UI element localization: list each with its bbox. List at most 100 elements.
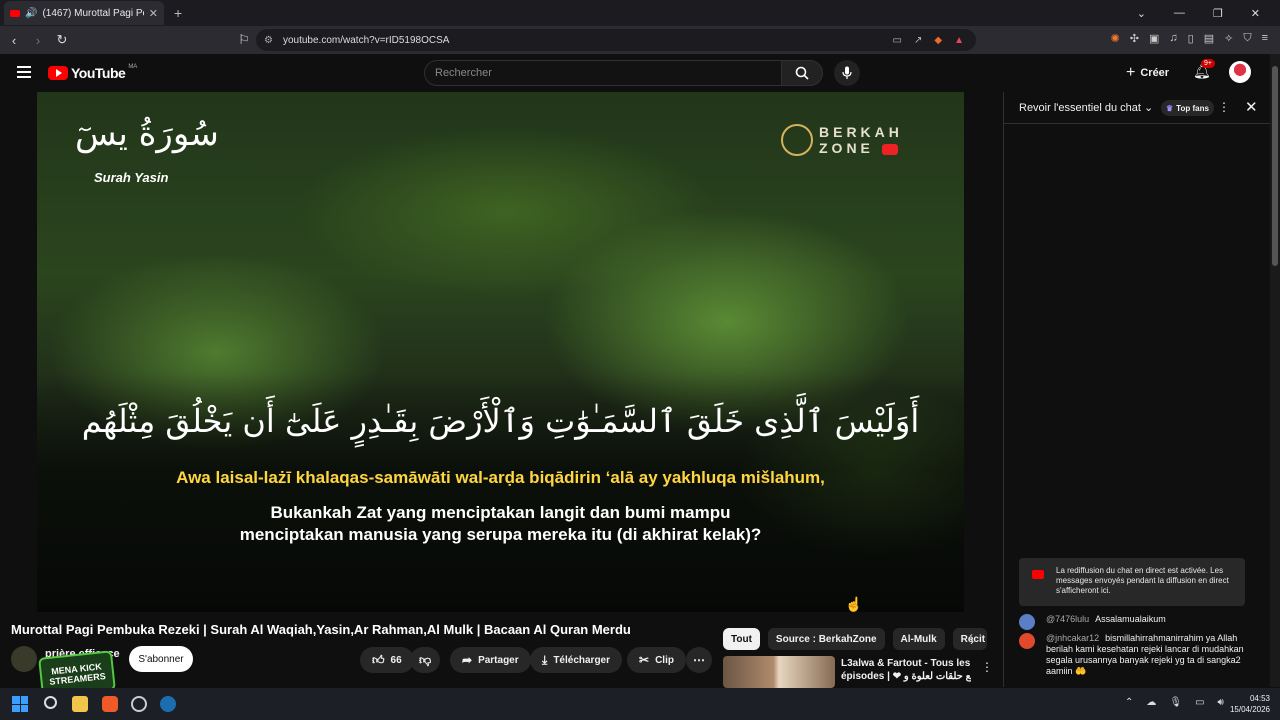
tab-title: (1467) Murottal Pagi Pembuka	[42, 7, 143, 19]
chat-avatar[interactable]	[1019, 614, 1035, 630]
extension-icons: ✺ ✣ ▣ ♫ ▯ ▤ ✧ ⛉ ≡	[1111, 32, 1268, 45]
more-dots-icon: ⋯	[693, 653, 705, 667]
close-chat-icon[interactable]: ✕	[1245, 98, 1258, 116]
download-label: Télécharger	[553, 654, 611, 666]
ayah-arabic-text: أَوَلَيْسَ ٱلَّذِى خَلَقَ ٱلسَّمَـٰوَٰتِ…	[81, 402, 920, 440]
voice-search-button[interactable]	[834, 60, 860, 86]
ayah-translation: Bukankah Zat yang menciptakan langit dan…	[37, 502, 964, 546]
page-scrollbar[interactable]	[1270, 54, 1280, 687]
vpn-icon[interactable]: ⛉	[1243, 32, 1251, 45]
youtube-favicon-icon	[10, 9, 20, 17]
watermark-line2: ZONE	[819, 140, 874, 156]
tab-search-icon[interactable]: ⌄	[1137, 7, 1146, 20]
create-button[interactable]: + Créer	[1126, 64, 1169, 82]
close-window-button[interactable]: ✕	[1251, 7, 1260, 20]
brave-browser-icon[interactable]	[102, 696, 118, 712]
recommendation-thumbnail[interactable]	[723, 656, 835, 688]
youtube-logo[interactable]: YouTube MA	[48, 64, 137, 81]
channel-watermark: BERKAH ZONE	[781, 122, 941, 158]
watermark-youtube-icon	[881, 143, 898, 155]
minimize-button[interactable]: —	[1174, 7, 1185, 19]
chat-more-icon[interactable]: ⋮	[1218, 100, 1230, 114]
notifications-button[interactable]: 🔔︎ 9+	[1193, 59, 1215, 80]
forward-icon[interactable]: ›	[28, 33, 48, 48]
close-tab-icon[interactable]: ✕	[149, 7, 158, 20]
chat-mode-dropdown[interactable]: Revoir l'essentiel du chat ⌄	[1019, 101, 1153, 114]
network-icon[interactable]: ▭	[1195, 697, 1204, 708]
app-icon[interactable]	[131, 696, 147, 712]
surah-title-latin: Surah Yasin	[94, 170, 169, 185]
share-button[interactable]: ➦ Partager	[450, 647, 531, 673]
audio-icon: 🔊	[25, 7, 38, 19]
search-input[interactable]: Rechercher	[424, 60, 782, 86]
url-text: youtube.com/watch?v=rID5198OCSA	[282, 34, 450, 46]
bookmark-icon[interactable]: ⚐	[234, 32, 254, 48]
address-bar[interactable]: ⚙ youtube.com/watch?v=rID5198OCSA ▭ ↗ ◆ …	[256, 29, 976, 51]
top-fans-badge[interactable]: ♛ Top fans	[1161, 100, 1214, 116]
tray-chevron-up-icon[interactable]: ⌃	[1125, 697, 1133, 708]
windows-start-icon[interactable]	[12, 696, 28, 712]
chip-all[interactable]: Tout	[723, 628, 760, 650]
leo-ai-icon[interactable]: ✧	[1224, 32, 1233, 45]
youtube-header: YouTube MA Rechercher + Créer 🔔︎ 9+	[0, 54, 1270, 92]
recommendation-menu-icon[interactable]: ⋮	[981, 660, 993, 674]
menu-icon[interactable]: ≡	[1262, 32, 1268, 45]
search-button[interactable]	[781, 60, 823, 86]
channel-avatar[interactable]	[11, 646, 37, 672]
puzzle-icon[interactable]: ✣	[1130, 32, 1139, 45]
steam-icon[interactable]	[160, 696, 176, 712]
subscribe-button[interactable]: S'abonner	[129, 646, 193, 672]
more-actions-button[interactable]: ⋯	[686, 647, 712, 673]
brave-shield-icon[interactable]: ◆	[934, 35, 942, 46]
thumbs-down-icon: 👎︎	[419, 652, 432, 667]
sidebar-icon[interactable]: ▯	[1188, 32, 1194, 45]
wallet-icon[interactable]: ▤	[1204, 32, 1214, 45]
chat-avatar[interactable]	[1019, 633, 1035, 649]
video-player[interactable]: سُورَةُ يسٓ Surah Yasin BERKAH ZONE أَوَ…	[37, 92, 964, 612]
microphone-tray-icon[interactable]: 🎙︎	[1169, 697, 1182, 708]
notification-badge: 9+	[1201, 59, 1215, 68]
new-tab-button[interactable]: +	[174, 5, 182, 21]
notice-text: La rediffusion du chat en direct est act…	[1056, 566, 1229, 595]
chip-al-mulk[interactable]: Al-Mulk	[892, 628, 945, 650]
download-button[interactable]: ⤓ Télécharger	[530, 647, 623, 673]
search-taskbar-icon[interactable]	[44, 696, 57, 709]
brave-rewards-icon[interactable]: ▲	[954, 35, 964, 46]
recommendation-title[interactable]: L3alwa & Fartout - Tous les épisodes | ❤…	[841, 657, 971, 683]
account-avatar[interactable]	[1229, 61, 1251, 83]
chat-author[interactable]: @jnhcakar12	[1046, 633, 1099, 643]
taskbar-clock[interactable]: 04:53 15/04/2026	[1222, 693, 1270, 715]
browser-tab-bar: 🔊 (1467) Murottal Pagi Pembuka ✕ + ⌄ — ❐…	[0, 0, 1280, 26]
maximize-button[interactable]: ❐	[1213, 7, 1223, 20]
chat-message: @jnhcakar12 bismillahirrahmanirrahim ya A…	[1019, 633, 1256, 677]
share-icon[interactable]: ↗	[914, 35, 922, 46]
screenshot-icon[interactable]: ▣	[1149, 32, 1159, 45]
youtube-icon	[1032, 570, 1044, 579]
like-button[interactable]: 👍︎ 66	[360, 647, 414, 673]
system-tray: ⌃ ☁ 🎙︎ ▭ 🔊︎	[1125, 697, 1224, 708]
like-count: 66	[390, 654, 402, 666]
create-label: Créer	[1140, 67, 1170, 79]
cloud-icon[interactable]: ☁	[1146, 697, 1156, 708]
scrollbar-thumb[interactable]	[1272, 66, 1278, 266]
reload-icon[interactable]: ↻	[52, 32, 72, 48]
back-icon[interactable]: ‹	[4, 33, 24, 48]
extension-icon[interactable]: ✺	[1111, 32, 1120, 45]
clip-button[interactable]: ✂ Clip	[627, 647, 686, 673]
chip-source[interactable]: Source : BerkahZone	[767, 628, 885, 650]
share-label: Partager	[478, 654, 519, 666]
file-explorer-icon[interactable]	[72, 696, 88, 712]
cast-icon[interactable]: ▭	[893, 35, 902, 46]
site-info-icon[interactable]: ⚙	[264, 35, 273, 46]
search-icon	[795, 66, 809, 80]
browser-toolbar: ‹ › ↻ ⚐ ⚙ youtube.com/watch?v=rID5198OCS…	[0, 26, 1280, 54]
music-icon[interactable]: ♫	[1169, 32, 1177, 45]
hamburger-menu-icon[interactable]	[17, 66, 31, 78]
chevron-right-icon[interactable]: ›	[970, 634, 974, 648]
translation-line-2: menciptakan manusia yang serupa mereka i…	[239, 525, 762, 544]
windows-taskbar: ⌃ ☁ 🎙︎ ▭ 🔊︎ 04:53 15/04/2026	[0, 688, 1280, 720]
browser-tab[interactable]: 🔊 (1467) Murottal Pagi Pembuka ✕	[4, 1, 164, 25]
recommendation-title-line2: épisodes | ❤ جميع حلقات لعلوة و ...	[841, 671, 971, 682]
dislike-button[interactable]: 👎︎	[410, 647, 441, 673]
chat-author[interactable]: @7476lulu	[1046, 614, 1089, 624]
